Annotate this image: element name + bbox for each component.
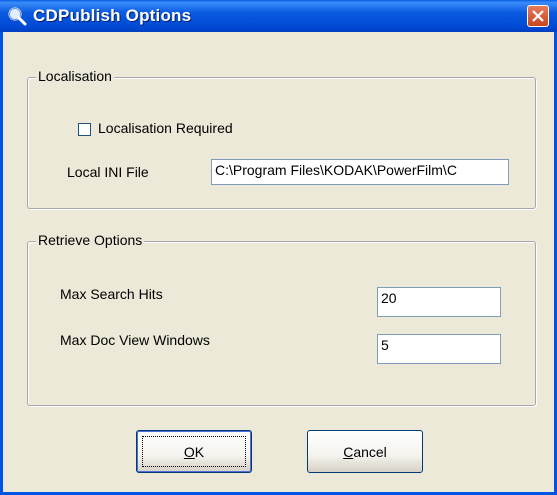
local-ini-file-label: Local INI File xyxy=(67,164,149,180)
localisation-group-label: Localisation xyxy=(36,68,114,84)
localisation-group: Localisation Localisation Required Local… xyxy=(27,68,536,209)
localisation-required-label[interactable]: Localisation Required xyxy=(98,120,233,136)
ok-button[interactable]: OK xyxy=(136,430,252,473)
cancel-mnemonic: C xyxy=(343,443,354,460)
local-ini-file-input[interactable]: C:\Program Files\KODAK\PowerFilm\C xyxy=(211,159,509,185)
cancel-button[interactable]: Cancel xyxy=(307,430,423,473)
dialog-body: Localisation Localisation Required Local… xyxy=(3,32,554,492)
max-doc-view-windows-label: Max Doc View Windows xyxy=(60,332,210,348)
cancel-button-label: Cancel xyxy=(343,444,387,460)
max-search-hits-input[interactable]: 20 xyxy=(377,287,501,317)
retrieve-options-group-label: Retrieve Options xyxy=(36,232,145,248)
retrieve-options-group: Retrieve Options Max Search Hits 20 Max … xyxy=(27,232,536,406)
options-dialog: CDPublish Options Localisation Localisat… xyxy=(0,0,557,495)
ok-label-rest: K xyxy=(194,443,205,460)
max-doc-view-windows-input[interactable]: 5 xyxy=(377,334,501,364)
magnifier-icon xyxy=(7,6,27,26)
close-button[interactable] xyxy=(527,5,549,27)
ok-button-label: OK xyxy=(184,444,204,460)
close-icon xyxy=(532,10,544,22)
cancel-label-rest: ancel xyxy=(353,443,387,460)
title-bar[interactable]: CDPublish Options xyxy=(0,0,557,32)
window-title: CDPublish Options xyxy=(33,6,192,25)
localisation-required-checkbox[interactable] xyxy=(78,123,91,136)
max-search-hits-label: Max Search Hits xyxy=(60,286,163,302)
ok-mnemonic: O xyxy=(183,443,195,460)
